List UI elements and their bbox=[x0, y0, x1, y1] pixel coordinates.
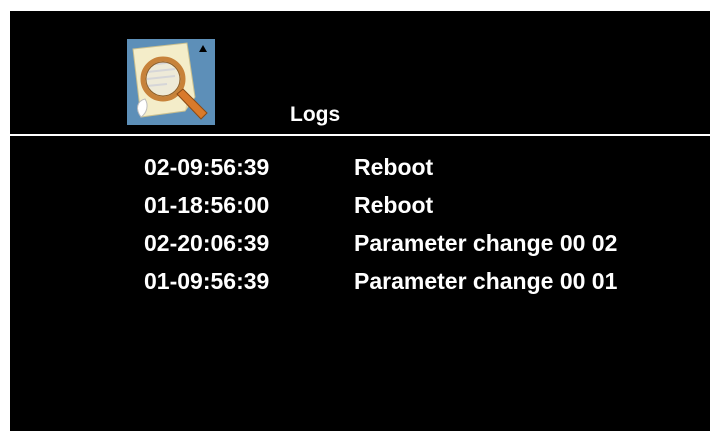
log-row: 02-20:06:39 Parameter change 00 02 bbox=[10, 228, 710, 266]
log-timestamp: 02-20:06:39 bbox=[144, 230, 270, 256]
magnifier-document-icon bbox=[127, 39, 215, 125]
log-timestamp: 01-09:56:39 bbox=[144, 268, 270, 294]
page-title: Logs bbox=[290, 103, 341, 126]
log-row: 01-09:56:39 Parameter change 00 01 bbox=[10, 266, 710, 304]
log-event: Reboot bbox=[354, 154, 434, 180]
log-list: 02-09:56:39 Reboot 01-18:56:00 Reboot 02… bbox=[10, 152, 710, 304]
log-row: 02-09:56:39 Reboot bbox=[10, 152, 710, 190]
log-timestamp: 01-18:56:00 bbox=[144, 192, 270, 218]
divider bbox=[10, 134, 710, 136]
log-event: Parameter change 00 01 bbox=[354, 268, 618, 294]
log-event: Parameter change 00 02 bbox=[354, 230, 618, 256]
log-row: 01-18:56:00 Reboot bbox=[10, 190, 710, 228]
log-timestamp: 02-09:56:39 bbox=[144, 154, 270, 180]
log-event: Reboot bbox=[354, 192, 434, 218]
header: Logs bbox=[10, 11, 710, 133]
log-screen: Logs 02-09:56:39 Reboot 01-18:56:00 Rebo… bbox=[10, 11, 710, 431]
